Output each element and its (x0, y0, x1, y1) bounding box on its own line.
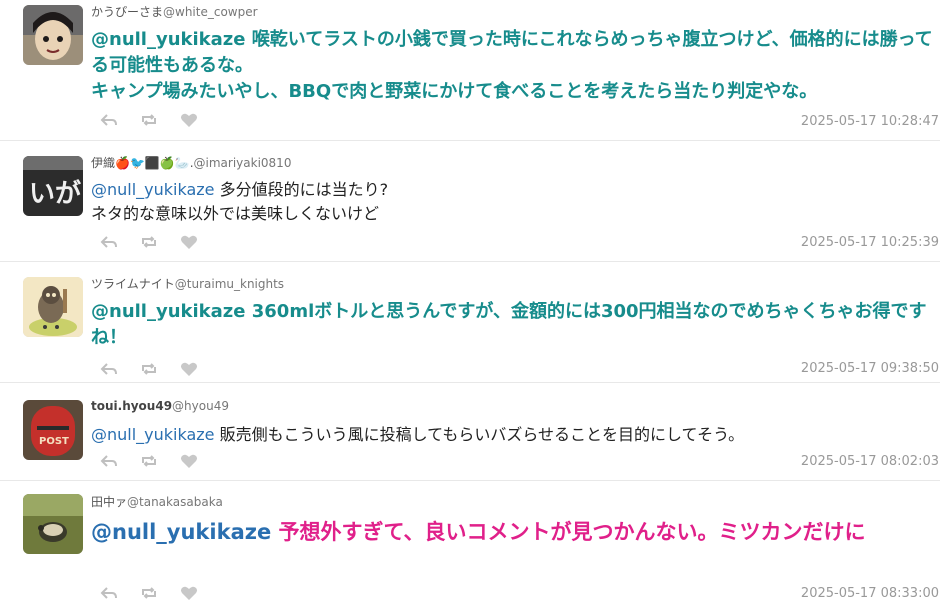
post-text: @null_yukikaze 360mlボトルと思うんですが、金額的には300円… (91, 299, 939, 351)
timestamp[interactable]: 2025-05-17 08:02:03 (801, 454, 939, 469)
user-handle[interactable]: @hyou49 (172, 399, 229, 413)
post-actions (100, 585, 198, 601)
mention-link[interactable]: @null_yukikaze (91, 425, 215, 444)
repost-icon[interactable] (140, 112, 158, 128)
post-meta: 伊織🍎🐦⬛🍏🦢.@imariyaki0810 (91, 154, 291, 171)
post-actions (100, 361, 198, 377)
repost-icon[interactable] (140, 585, 158, 601)
post-meta: ツライムナイト@turaimu_knights (91, 275, 284, 292)
timestamp[interactable]: 2025-05-17 10:28:47 (801, 114, 939, 129)
avatar[interactable]: いが (23, 156, 83, 216)
display-name[interactable]: toui.hyou49 (91, 399, 172, 413)
like-icon[interactable] (180, 234, 198, 250)
post-item: ツライムナイト@turaimu_knights @null_yukikaze 3… (0, 262, 940, 383)
svg-text:POST: POST (39, 436, 69, 447)
reply-feed: かうぴーさま@white_cowper @null_yukikaze 喉乾いてラ… (0, 0, 949, 609)
post-content: 予想外すぎて、良いコメントが見つかんない。ミツカンだけに (278, 520, 866, 544)
repost-icon[interactable] (140, 234, 158, 250)
post-item: POST toui.hyou49@hyou49 @null_yukikaze 販… (0, 383, 940, 481)
like-icon[interactable] (180, 453, 198, 469)
mention-link[interactable]: @null_yukikaze (91, 29, 245, 50)
avatar[interactable] (23, 5, 83, 65)
like-icon[interactable] (180, 585, 198, 601)
user-handle[interactable]: @imariyaki0810 (194, 156, 292, 170)
repost-icon[interactable] (140, 361, 158, 377)
post-meta: toui.hyou49@hyou49 (91, 399, 229, 413)
repost-icon[interactable] (140, 453, 158, 469)
display-name[interactable]: 伊織🍎🐦⬛🍏🦢. (91, 156, 194, 170)
user-handle[interactable]: @tanakasabaka (127, 495, 223, 509)
like-icon[interactable] (180, 112, 198, 128)
timestamp[interactable]: 2025-05-17 10:25:39 (801, 235, 939, 250)
timestamp[interactable]: 2025-05-17 08:33:00 (801, 586, 939, 601)
user-handle[interactable]: @turaimu_knights (175, 277, 284, 291)
mention-link[interactable]: @null_yukikaze (91, 520, 271, 544)
post-actions (100, 234, 198, 250)
svg-text:いが: いが (29, 178, 81, 209)
post-item: いが 伊織🍎🐦⬛🍏🦢.@imariyaki0810 @null_yukikaze… (0, 141, 940, 262)
post-item: 田中ァ@tanakasabaka @null_yukikaze 予想外すぎて、良… (0, 481, 940, 609)
post-meta: かうぴーさま@white_cowper (91, 3, 258, 20)
display-name[interactable]: 田中ァ (91, 495, 127, 509)
user-handle[interactable]: @white_cowper (163, 5, 258, 19)
avatar[interactable]: POST (23, 400, 83, 460)
post-actions (100, 453, 198, 469)
reply-icon[interactable] (100, 453, 118, 469)
post-item: かうぴーさま@white_cowper @null_yukikaze 喉乾いてラ… (0, 0, 940, 141)
post-actions (100, 112, 198, 128)
mention-link[interactable]: @null_yukikaze (91, 301, 245, 322)
avatar[interactable] (23, 494, 83, 554)
post-content: 販売側もこういう風に投稿してもらいバズらせることを目的にしてそう。 (219, 425, 745, 444)
post-text: @null_yukikaze 喉乾いてラストの小銭で買った時にこれならめっちゃ腹… (91, 27, 939, 105)
reply-icon[interactable] (100, 234, 118, 250)
timestamp[interactable]: 2025-05-17 09:38:50 (801, 361, 939, 376)
post-text: @null_yukikaze 予想外すぎて、良いコメントが見つかんない。ミツカン… (91, 517, 939, 547)
display-name[interactable]: かうぴーさま (91, 5, 163, 19)
reply-icon[interactable] (100, 112, 118, 128)
reply-icon[interactable] (100, 361, 118, 377)
like-icon[interactable] (180, 361, 198, 377)
post-text: @null_yukikaze 多分値段的には当たり? ネタ的な意味以外では美味しく… (91, 178, 939, 226)
post-text: @null_yukikaze 販売側もこういう風に投稿してもらいバズらせることを… (91, 423, 939, 447)
post-meta: 田中ァ@tanakasabaka (91, 493, 223, 510)
mention-link[interactable]: @null_yukikaze (91, 180, 215, 199)
avatar[interactable] (23, 277, 83, 337)
display-name[interactable]: ツライムナイト (91, 277, 175, 291)
reply-icon[interactable] (100, 585, 118, 601)
